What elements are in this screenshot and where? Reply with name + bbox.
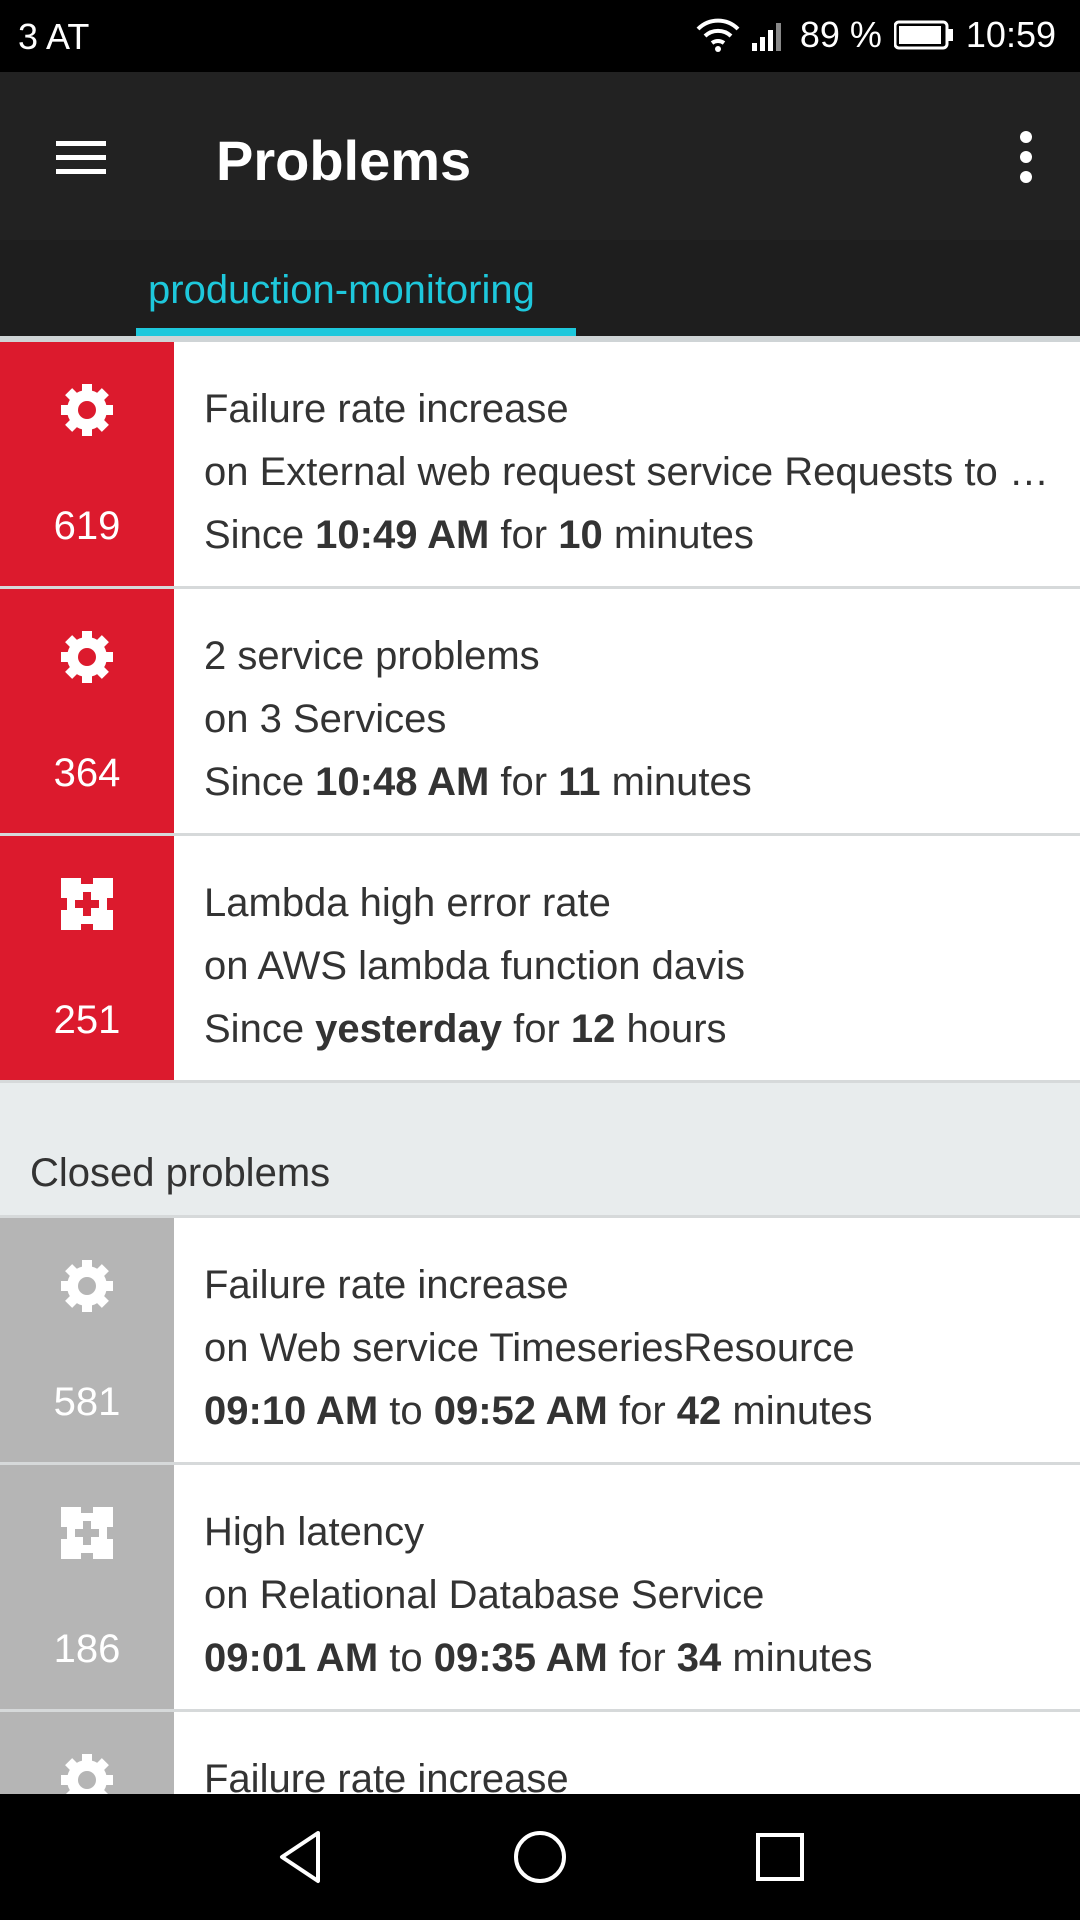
problem-details: Lambda high error rate on AWS lambda fun… xyxy=(174,836,1080,1080)
problem-count: 619 xyxy=(53,504,121,548)
time-duration: 12 xyxy=(570,1007,616,1051)
problem-title: 2 service problems xyxy=(204,634,540,678)
problem-details: Failure rate increase on Web service Tim… xyxy=(174,1218,1080,1462)
problem-row[interactable]: Failure rate increase xyxy=(0,1712,1080,1800)
tab-bar: production-monitoring xyxy=(0,240,1080,336)
status-bar: 3 AT 89 % 10:59 xyxy=(0,0,1080,72)
time-mid: for xyxy=(501,1007,571,1051)
problem-time: Since yesterday for 12 hours xyxy=(204,998,1064,1061)
page-title: Problems xyxy=(216,129,472,192)
signal-icon xyxy=(751,23,781,51)
tab-production-monitoring[interactable]: production-monitoring xyxy=(136,240,576,336)
problem-count: 186 xyxy=(53,1627,121,1671)
problem-count: 251 xyxy=(53,998,121,1042)
problem-badge: 581 xyxy=(0,1218,174,1462)
problem-time: Since 10:48 AM for 11 minutes xyxy=(204,751,1064,814)
gear-icon xyxy=(61,1754,113,1800)
problem-subtitle: on External web request service Requests… xyxy=(204,450,1064,494)
time-start: yesterday xyxy=(315,1007,502,1051)
time-duration: 34 xyxy=(676,1636,722,1680)
problem-details: Failure rate increase xyxy=(174,1712,1080,1800)
back-icon[interactable] xyxy=(270,1827,330,1887)
time-prefix: Since xyxy=(204,760,316,804)
problem-count: 364 xyxy=(53,751,121,795)
problem-title: Failure rate increase xyxy=(204,387,569,431)
problem-subtitle: on AWS lambda function davis xyxy=(204,944,746,988)
gear-icon xyxy=(61,384,113,436)
problem-row[interactable]: 364 2 service problems on 3 Services Sin… xyxy=(0,589,1080,836)
problem-time: 09:01 AM to 09:35 AM for 34 minutes xyxy=(204,1627,1064,1690)
problem-row[interactable]: 186 High latency on Relational Database … xyxy=(0,1465,1080,1712)
time-unit: minutes xyxy=(721,1389,873,1433)
gear-icon xyxy=(61,1260,113,1312)
tab-label: production-monitoring xyxy=(148,268,535,312)
system-nav-bar xyxy=(0,1794,1080,1920)
problem-badge: 186 xyxy=(0,1465,174,1709)
problem-badge: 251 xyxy=(0,836,174,1080)
time-start: 10:48 AM xyxy=(315,760,490,804)
time-to: to xyxy=(378,1636,434,1680)
time-duration: 11 xyxy=(558,760,601,804)
time-unit: minutes xyxy=(602,513,754,557)
plugin-icon xyxy=(61,878,113,930)
time-start: 09:10 AM xyxy=(204,1389,379,1433)
section-title: Closed problems xyxy=(30,1151,331,1195)
home-icon[interactable] xyxy=(510,1827,570,1887)
time-unit: minutes xyxy=(600,760,752,804)
time-start: 10:49 AM xyxy=(315,513,490,557)
gear-icon xyxy=(61,631,113,683)
problem-details: 2 service problems on 3 Services Since 1… xyxy=(174,589,1080,833)
problem-subtitle: on 3 Services xyxy=(204,697,447,741)
time-mid: for xyxy=(607,1389,677,1433)
time-unit: hours xyxy=(615,1007,727,1051)
time-unit: minutes xyxy=(721,1636,873,1680)
problem-title: Failure rate increase xyxy=(204,1757,569,1800)
problem-subtitle: on Relational Database Service xyxy=(204,1573,765,1617)
problem-badge xyxy=(0,1712,174,1800)
problem-badge: 619 xyxy=(0,342,174,586)
more-vert-icon[interactable] xyxy=(1006,127,1046,187)
problem-time: 09:10 AM to 09:52 AM for 42 minutes xyxy=(204,1380,1064,1443)
tab-indicator xyxy=(136,328,576,336)
time-mid: for xyxy=(489,513,559,557)
time-mid: for xyxy=(489,760,559,804)
closed-problems-header: Closed problems xyxy=(0,1083,1080,1218)
status-indicators: 89 % 10:59 xyxy=(696,14,1056,56)
problem-title: Lambda high error rate xyxy=(204,881,611,925)
battery-percent: 89 % xyxy=(799,14,882,55)
time-end: 09:35 AM xyxy=(433,1636,608,1680)
time-duration: 10 xyxy=(558,513,603,557)
battery-icon xyxy=(893,20,953,50)
wifi-icon xyxy=(696,18,740,52)
time-end: 09:52 AM xyxy=(433,1389,608,1433)
clock: 10:59 xyxy=(965,14,1056,55)
app-bar: Problems xyxy=(0,72,1080,240)
recents-icon[interactable] xyxy=(750,1827,810,1887)
problem-row[interactable]: 581 Failure rate increase on Web service… xyxy=(0,1218,1080,1465)
time-duration: 42 xyxy=(676,1389,722,1433)
plugin-icon xyxy=(61,1507,113,1559)
problem-title: Failure rate increase xyxy=(204,1263,569,1307)
time-prefix: Since xyxy=(204,513,316,557)
problem-details: Failure rate increase on External web re… xyxy=(174,342,1080,586)
time-to: to xyxy=(378,1389,434,1433)
problem-count: 581 xyxy=(53,1380,121,1424)
problems-list[interactable]: 619 Failure rate increase on External we… xyxy=(0,336,1080,1800)
problem-badge: 364 xyxy=(0,589,174,833)
problem-subtitle: on Web service TimeseriesResource xyxy=(204,1326,855,1370)
problem-details: High latency on Relational Database Serv… xyxy=(174,1465,1080,1709)
menu-icon[interactable] xyxy=(48,127,114,187)
problem-row[interactable]: 619 Failure rate increase on External we… xyxy=(0,342,1080,589)
problem-row[interactable]: 251 Lambda high error rate on AWS lambda… xyxy=(0,836,1080,1083)
time-mid: for xyxy=(607,1636,677,1680)
carrier-label: 3 AT xyxy=(18,16,90,57)
time-start: 09:01 AM xyxy=(204,1636,379,1680)
problem-time: Since 10:49 AM for 10 minutes xyxy=(204,504,1064,567)
time-prefix: Since xyxy=(204,1007,316,1051)
problem-title: High latency xyxy=(204,1510,425,1554)
